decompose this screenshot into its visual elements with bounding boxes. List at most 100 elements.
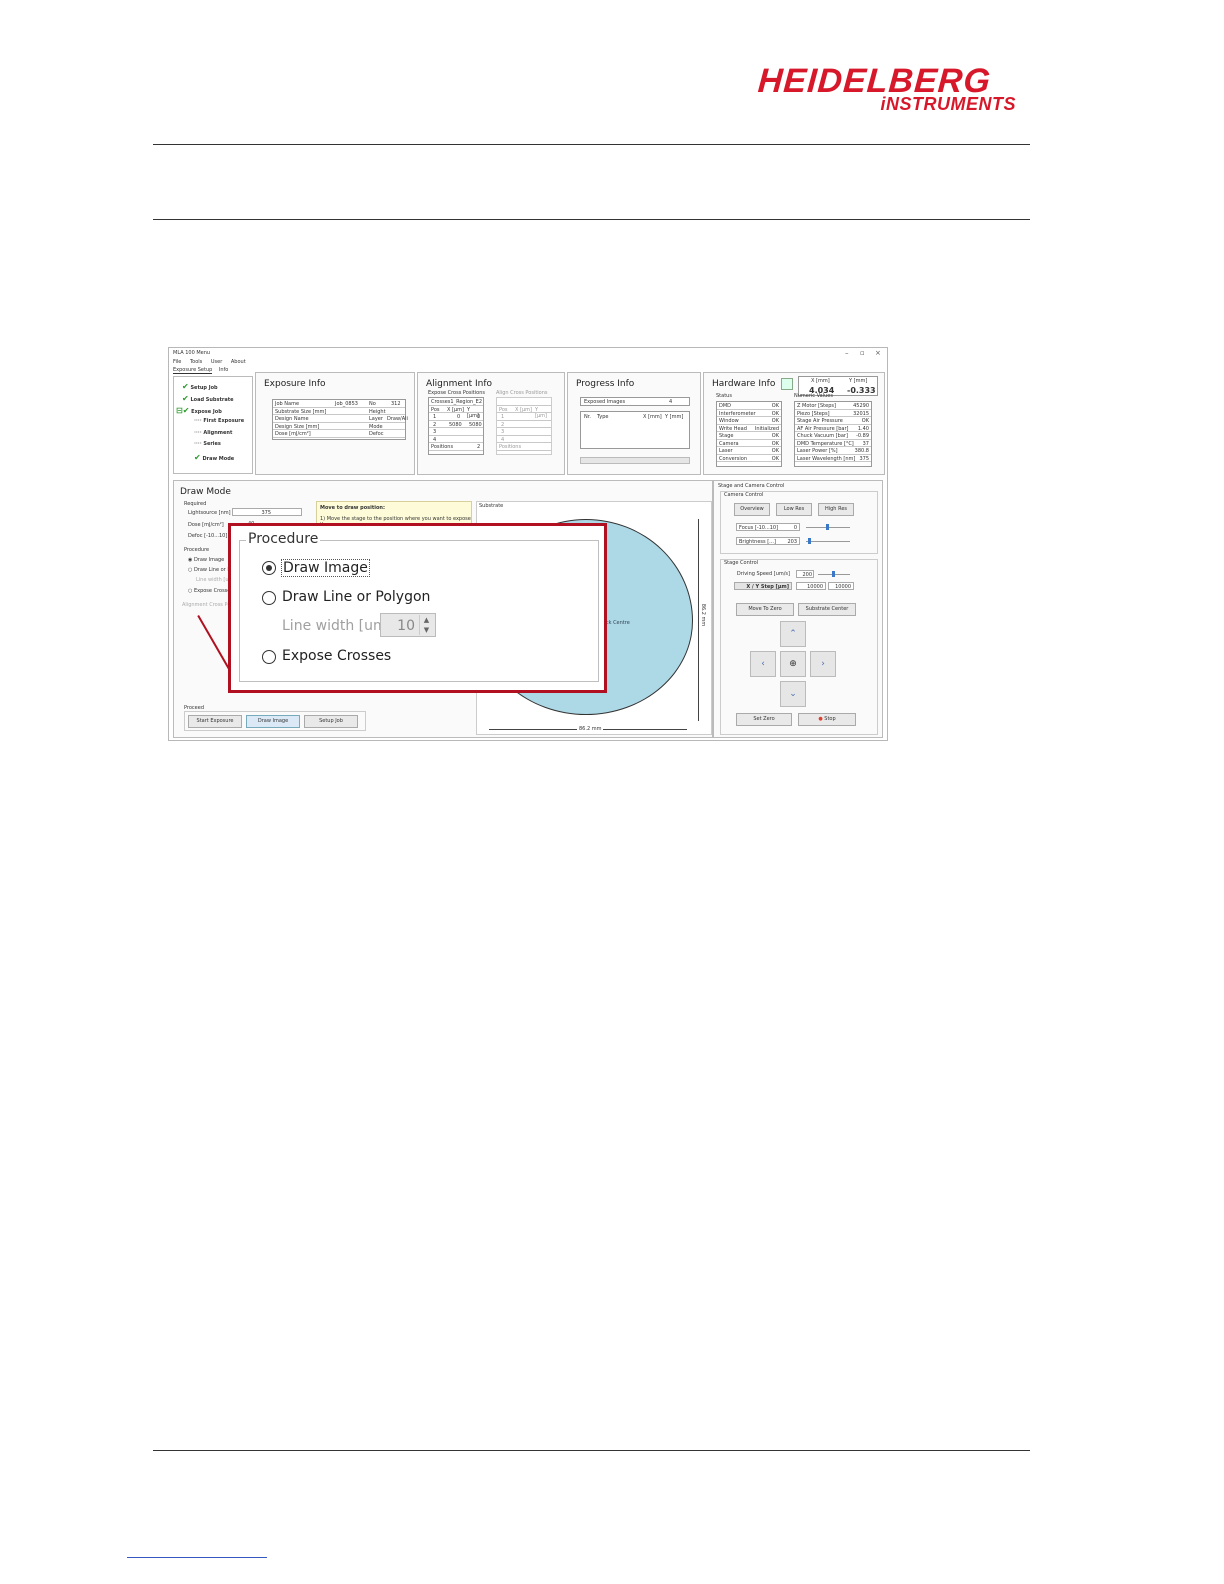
button-label: Set Zero (753, 716, 775, 722)
draw-line-polygon-radio[interactable] (262, 591, 276, 605)
arrow-left-icon[interactable]: ‹ (750, 651, 776, 677)
workflow-item-setup-job[interactable]: ✔ Setup Job (182, 382, 218, 391)
option-draw-image-small[interactable]: ◉ Draw Image (188, 557, 224, 563)
button-label: Substrate Center (805, 606, 849, 612)
draw-line-polygon-label[interactable]: Draw Line or Polygon (282, 589, 430, 605)
workflow-item-alignment[interactable]: ···· Alignment (194, 430, 232, 436)
focus-slider[interactable] (806, 524, 850, 530)
footer-rule (153, 1450, 1030, 1451)
table-row: 3 (497, 428, 551, 436)
exposure-info-title: Exposure Info (264, 379, 326, 389)
table-row: Laser Power [%] 380.8 (795, 447, 871, 455)
line-width-value: 10 (397, 618, 415, 634)
table-row: Interferometer OK (717, 410, 781, 417)
set-zero-button[interactable]: Set Zero (736, 713, 792, 726)
arrow-right-icon[interactable]: › (810, 651, 836, 677)
workflow-item-load-substrate[interactable]: ✔ Load Substrate (182, 394, 234, 403)
table-row: 1 (497, 413, 551, 421)
alignment-info-title: Alignment Info (426, 379, 493, 389)
window-title: MLA 100 Menu (173, 350, 211, 356)
move-to-zero-button[interactable]: Move To Zero (736, 603, 794, 616)
workflow-item-draw-mode[interactable]: ✔ Draw Mode (194, 453, 234, 462)
workflow-item-expose-job[interactable]: ⊟✔ Expose Job (176, 406, 222, 415)
menu-user[interactable]: User (211, 359, 222, 365)
speed-field[interactable]: 200 (796, 570, 814, 578)
close-icon[interactable]: × (875, 349, 881, 357)
slider-thumb[interactable] (808, 538, 811, 544)
workflow-item-series[interactable]: ···· Series (194, 441, 221, 447)
brightness-field[interactable]: Brightness [...] 203 (736, 537, 800, 545)
draw-image-label[interactable]: Draw Image (281, 559, 370, 577)
horizontal-dimension-label: 86.2 mm (577, 726, 604, 732)
overview-button[interactable]: Overview (734, 503, 770, 516)
speed-slider[interactable] (818, 571, 850, 577)
lightsource-label: Lightsource [nm] (188, 510, 231, 516)
cell: Laser Wavelength [nm] (797, 455, 856, 462)
line-width-spinbox[interactable]: 10 ▲ ▼ (380, 613, 436, 637)
header-rule-top (153, 144, 1030, 145)
vertical-dimension-line (698, 519, 699, 721)
workflow-item-first-exposure[interactable]: ···· First Exposure (194, 418, 244, 424)
table-row: Positions 2 (429, 443, 483, 451)
button-label: Move To Zero (748, 606, 782, 612)
cell: X [µm] (515, 406, 532, 413)
table-row: Write Head Initialized (717, 425, 781, 432)
cell: DMD Temperature [°C] (797, 440, 854, 447)
draw-image-button[interactable]: Draw Image (246, 715, 300, 728)
crosshair-icon[interactable]: ⊕ (780, 651, 806, 677)
table-row: 3 (429, 428, 483, 436)
table-row: Positions (497, 443, 551, 451)
cell: 4 (501, 436, 505, 443)
cell: 1.40 (857, 425, 869, 432)
exposed-images-row: Exposed Images 4 (580, 397, 690, 406)
slider-thumb[interactable] (832, 571, 835, 577)
cell: 5080 (469, 421, 482, 428)
tab-info[interactable]: Info (219, 367, 228, 373)
brightness-slider[interactable] (806, 538, 850, 544)
cell: 0 (457, 414, 461, 420)
expose-crosses-label[interactable]: Expose Crosses (282, 648, 391, 664)
menu-about[interactable]: About (231, 359, 246, 365)
start-exposure-button[interactable]: Start Exposure (188, 715, 242, 728)
document-page: HEIDELBERG iNSTRUMENTS MLA 100 Menu – ▫ … (0, 0, 1224, 1584)
workflow-label: Alignment (203, 430, 233, 436)
col-header: X [mm] (643, 414, 662, 420)
low-res-button[interactable]: Low Res (776, 503, 812, 516)
stop-button[interactable]: ● Stop (798, 713, 856, 726)
tab-exposure-setup[interactable]: Exposure Setup (173, 367, 213, 374)
arrow-up-icon[interactable]: ⌃ (780, 621, 806, 647)
table-row: Job Name Job_0853 No 312 (273, 400, 405, 408)
cell: Conversion (719, 455, 748, 462)
arrow-down-icon[interactable]: ⌄ (780, 681, 806, 707)
maximize-icon[interactable]: ▫ (860, 349, 865, 357)
slider-thumb[interactable] (826, 524, 829, 530)
step-y-field[interactable]: 10000 (828, 582, 854, 590)
expose-crosses-radio[interactable] (262, 650, 276, 664)
vertical-dimension-label: 86.2 mm (700, 603, 707, 627)
option-expose-crosses-small[interactable]: ○ Expose Crosses (188, 588, 233, 594)
lightsource-field[interactable]: 375 (232, 508, 302, 516)
table-row: Pos X [µm] Y [µm] (497, 406, 551, 419)
table-row: 2 (497, 421, 551, 428)
menu-tools[interactable]: Tools (190, 359, 202, 365)
progress-bar (580, 457, 690, 464)
setup-job-button[interactable]: Setup Job (304, 715, 358, 728)
high-res-button[interactable]: High Res (818, 503, 854, 516)
heidelberg-logo: HEIDELBERG iNSTRUMENTS (757, 62, 1020, 114)
substrate-center-button[interactable]: Substrate Center (798, 603, 856, 616)
cell: 312 (391, 401, 401, 407)
expose-cross-label: Expose Cross Positions (428, 390, 485, 396)
refresh-icon[interactable] (781, 378, 793, 390)
spin-arrows-icon[interactable]: ▲ ▼ (419, 615, 433, 635)
instruction-title: Move to draw position: (320, 505, 385, 511)
focus-field[interactable]: Focus [-10...10] 0 (736, 523, 800, 531)
minimize-icon[interactable]: – (845, 349, 849, 357)
draw-image-radio[interactable] (262, 561, 276, 575)
cell: OK (771, 448, 779, 454)
cell: 0 (477, 414, 481, 420)
button-label: Draw Image (257, 718, 289, 724)
step-x-field[interactable]: 10000 (796, 582, 826, 590)
table-row: Camera OK (717, 440, 781, 447)
step-label: X / Y Step [µm] (746, 584, 789, 590)
menu-file[interactable]: File (173, 359, 181, 365)
